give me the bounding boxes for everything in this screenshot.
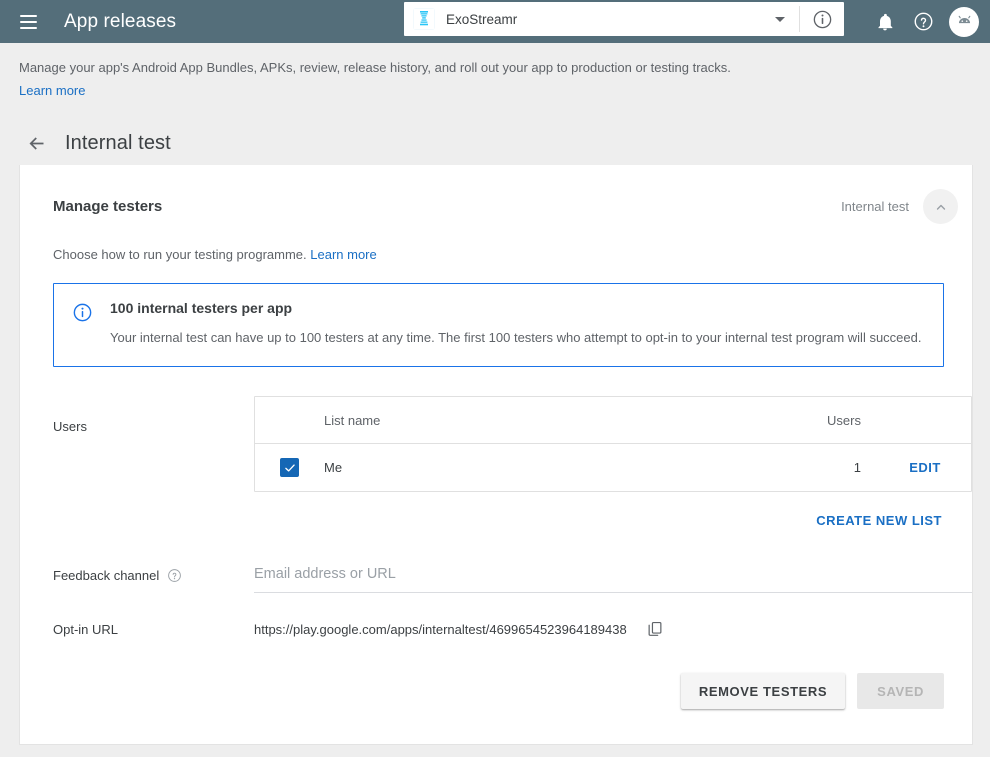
- topbar-actions: [871, 0, 979, 43]
- edit-list-button[interactable]: EDIT: [879, 460, 971, 475]
- row-list-name: Me: [324, 460, 343, 475]
- card-subtitle: Choose how to run your testing programme…: [20, 224, 972, 262]
- column-header-list-name: List name: [324, 412, 381, 428]
- app-selector-value: ExoStreamr: [446, 11, 518, 27]
- optin-url-value: https://play.google.com/apps/internaltes…: [254, 621, 627, 637]
- create-new-list-button[interactable]: CREATE NEW LIST: [814, 509, 944, 532]
- info-callout-title: 100 internal testers per app: [110, 300, 293, 316]
- copy-icon[interactable]: [644, 618, 666, 640]
- card-subtitle-text: Choose how to run your testing programme…: [53, 247, 307, 262]
- card-track-label: Internal test: [841, 199, 909, 214]
- feedback-channel-label-text: Feedback channel: [53, 568, 160, 583]
- saved-button: SAVED: [857, 673, 944, 709]
- info-callout: 100 internal testers per app Your intern…: [53, 283, 944, 367]
- info-callout-body: 100 internal testers per app Your intern…: [110, 300, 921, 348]
- manage-testers-card: Manage testers Internal test Choose how …: [19, 165, 973, 745]
- info-outline-icon[interactable]: [800, 2, 844, 36]
- app-selector[interactable]: ExoStreamr: [404, 2, 844, 36]
- hamburger-bar: [19, 26, 37, 29]
- hamburger-bar: [19, 14, 37, 17]
- info-callout-text: Your internal test can have up to 100 te…: [110, 330, 922, 345]
- table-row: Me 1 EDIT: [255, 444, 971, 491]
- bell-icon[interactable]: [871, 8, 899, 36]
- app-bar-title: App releases: [64, 10, 177, 32]
- optin-url-label: Opt-in URL: [53, 621, 119, 637]
- hamburger-bar: [19, 20, 37, 23]
- users-section: Users List name Users Me 1 EDIT: [20, 396, 972, 492]
- intro-learn-more-link[interactable]: Learn more: [19, 83, 85, 98]
- users-label: Users: [53, 419, 87, 434]
- help-circle-outline-icon[interactable]: [167, 568, 182, 583]
- optin-url-section: Opt-in URL https://play.google.com/apps/…: [20, 618, 972, 640]
- column-header-users: Users: [827, 412, 861, 428]
- card-header: Manage testers Internal test: [20, 165, 972, 224]
- chevron-down-icon[interactable]: [775, 16, 785, 22]
- arrow-back-icon[interactable]: [24, 131, 48, 155]
- card-actions: REMOVE TESTERS SAVED: [20, 640, 972, 709]
- hamburger-menu-icon[interactable]: [11, 5, 45, 39]
- help-circle-icon[interactable]: [909, 8, 937, 36]
- feedback-channel-placeholder: Email address or URL: [254, 566, 396, 582]
- optin-url-value-wrap: https://play.google.com/apps/internaltes…: [254, 618, 666, 640]
- page-title: Internal test: [65, 131, 171, 154]
- feedback-channel-input[interactable]: Email address or URL: [254, 565, 972, 593]
- info-circle-icon: [72, 302, 93, 348]
- row-checkbox[interactable]: [280, 458, 299, 477]
- card-subtitle-link[interactable]: Learn more: [310, 247, 376, 262]
- create-new-list-row: CREATE NEW LIST: [20, 509, 972, 532]
- page-header: Internal test: [0, 100, 990, 159]
- chevron-up-icon[interactable]: [923, 189, 958, 224]
- page-intro: Manage your app's Android App Bundles, A…: [0, 43, 990, 100]
- remove-testers-button[interactable]: REMOVE TESTERS: [680, 673, 846, 709]
- testers-table: List name Users Me 1 EDIT: [254, 396, 972, 492]
- row-users-count: 1: [853, 460, 861, 475]
- android-avatar-icon[interactable]: [949, 6, 979, 37]
- feedback-channel-label: Feedback channel: [53, 565, 254, 583]
- card-title: Manage testers: [53, 198, 163, 215]
- row-checkbox-cell: [255, 458, 324, 477]
- top-app-bar: App releases ExoStreamr: [0, 0, 990, 43]
- intro-description: Manage your app's Android App Bundles, A…: [19, 60, 731, 75]
- table-header-row: List name Users: [255, 397, 971, 444]
- exostreamr-app-icon: [413, 8, 435, 30]
- feedback-channel-section: Feedback channel Email address or URL: [20, 565, 972, 593]
